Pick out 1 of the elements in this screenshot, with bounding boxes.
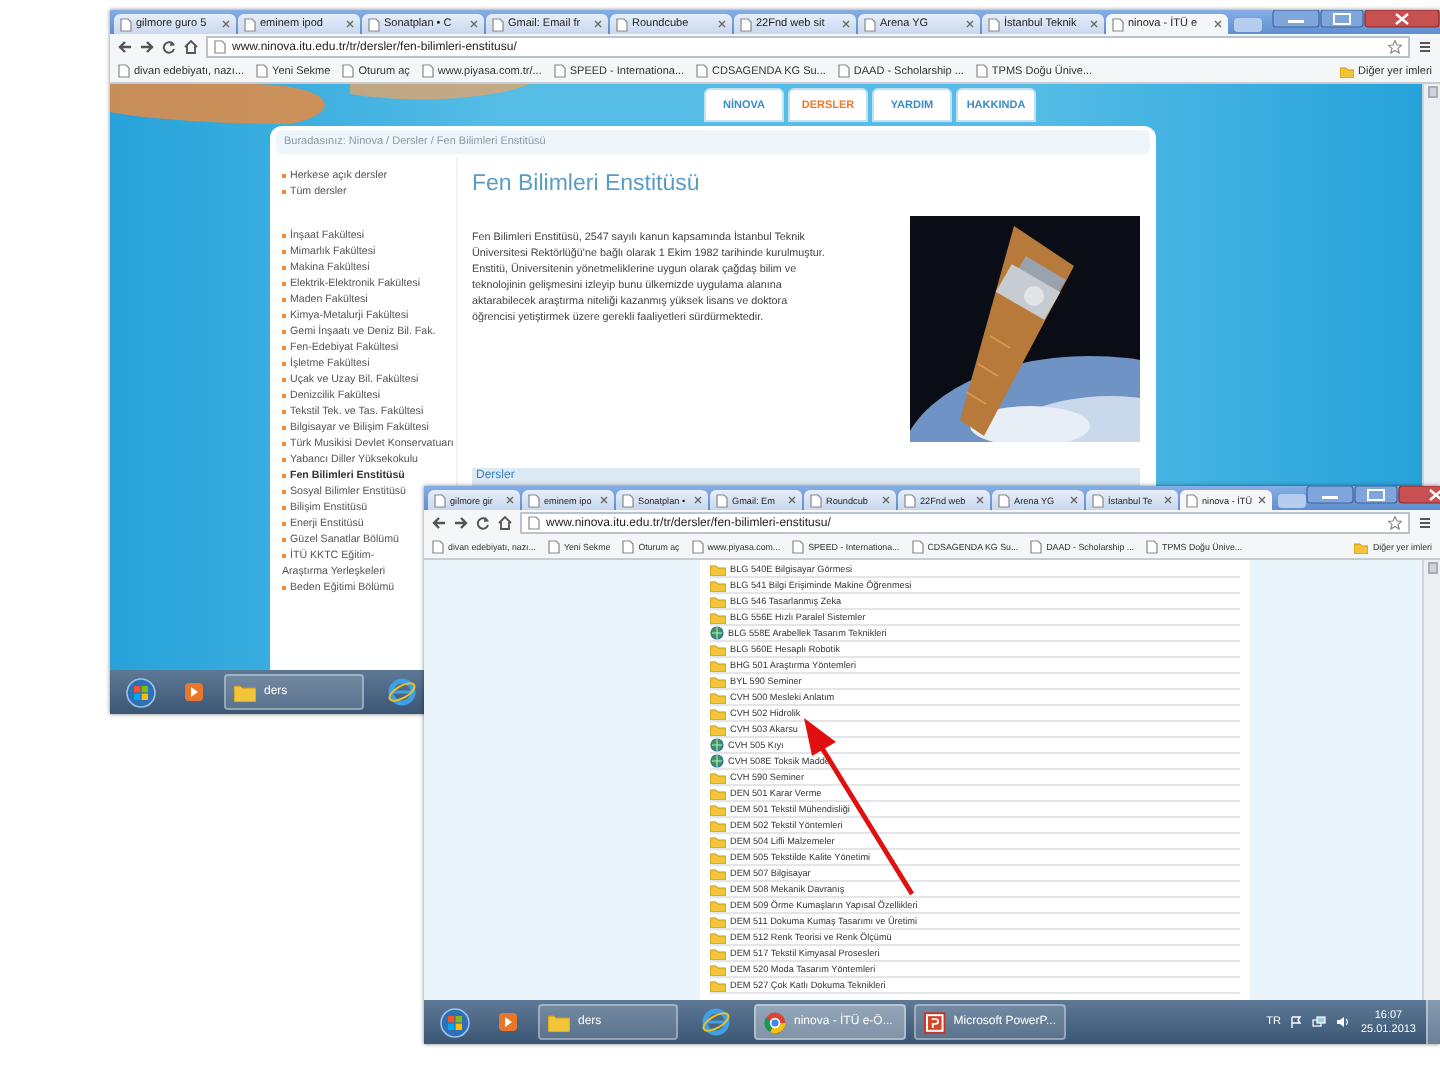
page-title: Fen Bilimleri Enstitüsü [472, 172, 702, 196]
